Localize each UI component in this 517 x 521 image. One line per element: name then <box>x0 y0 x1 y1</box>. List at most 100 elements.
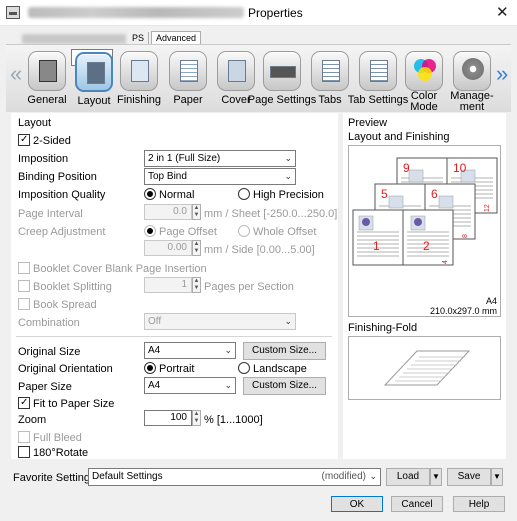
creep-adjustment-label: Creep Adjustment <box>18 226 106 238</box>
radio-button[interactable] <box>238 362 250 374</box>
zoom-label: Zoom <box>18 414 47 426</box>
quality-high-precision-radio[interactable]: High Precision <box>238 188 324 201</box>
close-icon[interactable]: ✕ <box>496 3 509 21</box>
two-sided-checkbox[interactable]: 2-Sided <box>18 134 71 147</box>
finishing-icon <box>120 51 158 91</box>
radio-button[interactable] <box>144 362 156 374</box>
scroll-right-arrow-icon[interactable]: » <box>496 61 508 87</box>
layout-finishing-label: Layout and Finishing <box>348 131 450 143</box>
preview-page-number: 1 <box>373 239 380 253</box>
binding-position-label: Binding Position <box>18 171 97 183</box>
radio-button[interactable] <box>238 188 250 200</box>
creep-value-unit: mm / Side [0.00...5.00] <box>204 244 315 256</box>
landscape-radio[interactable]: Landscape <box>238 362 307 375</box>
preview-group-title: Preview <box>348 117 388 129</box>
title-bar: Properties ✕ <box>0 0 517 26</box>
layout-icon <box>75 52 113 92</box>
load-button[interactable]: Load <box>386 468 430 486</box>
cover-icon <box>217 51 255 91</box>
checkbox-box[interactable] <box>18 431 30 443</box>
chevron-down-icon: ⌄ <box>284 153 292 163</box>
checkbox-box[interactable] <box>18 397 30 409</box>
quality-normal-radio[interactable]: Normal <box>144 188 194 201</box>
radio-button[interactable] <box>144 188 156 200</box>
preview-page-number: 6 <box>431 187 438 201</box>
scroll-left-arrow-icon[interactable]: « <box>10 61 22 87</box>
radio-button[interactable] <box>238 225 250 237</box>
booklet-cover-blank-checkbox[interactable]: Booklet Cover Blank Page Insertion <box>18 262 207 275</box>
booklet-splitting-spinner[interactable]: ▲ ▼ <box>192 277 201 293</box>
favorite-setting-select[interactable]: Default Settings (modified) ⌄ <box>88 468 381 486</box>
imposition-select[interactable]: 2 in 1 (Full Size) ⌄ <box>144 150 296 167</box>
tab-advanced[interactable]: Advanced <box>151 31 202 45</box>
paper-custom-size-button[interactable]: Custom Size... <box>243 377 326 395</box>
save-dropdown-icon[interactable]: ▼ <box>491 468 503 486</box>
preview-page-number: 5 <box>381 187 388 201</box>
ribbon-item-layout[interactable]: Layout <box>71 49 113 107</box>
rotate-180-checkbox[interactable]: 180°Rotate <box>18 446 88 459</box>
ok-button[interactable]: OK <box>331 496 383 512</box>
preview-edge-number: 4 <box>442 260 449 264</box>
chevron-down-icon: ⌄ <box>284 171 292 181</box>
checkbox-box[interactable] <box>18 280 30 292</box>
full-bleed-checkbox[interactable]: Full Bleed <box>18 431 82 444</box>
ribbon-item-tabs[interactable]: Tabs <box>308 49 350 106</box>
window-title: Properties <box>248 6 303 20</box>
divider <box>16 336 332 337</box>
preview-paper-name: A4 <box>485 296 497 306</box>
page-interval-spinner[interactable]: ▲ ▼ <box>192 204 201 220</box>
book-spread-checkbox[interactable]: Book Spread <box>18 298 97 311</box>
paper-size-select[interactable]: A4 ⌄ <box>144 377 236 394</box>
tab-settings-icon <box>359 51 397 91</box>
ribbon-item-finishing[interactable]: Finishing <box>117 49 161 106</box>
checkbox-box[interactable] <box>18 262 30 274</box>
booklet-splitting-unit: Pages per Section <box>204 281 294 293</box>
combination-select[interactable]: Off ⌄ <box>144 313 296 330</box>
booklet-splitting-input[interactable]: 1 <box>144 277 192 293</box>
ribbon-item-cover[interactable]: Cover <box>214 49 256 106</box>
zoom-spinner[interactable]: ▲ ▼ <box>192 410 201 426</box>
ribbon-item-management[interactable]: Manage-ment <box>450 49 494 113</box>
checkbox-box[interactable] <box>18 446 30 458</box>
finishing-fold-preview <box>348 336 501 400</box>
function-ribbon: « » General Layout Finishing Paper Cover… <box>6 44 511 113</box>
ribbon-item-general[interactable]: General <box>25 49 67 106</box>
load-dropdown-icon[interactable]: ▼ <box>430 468 442 486</box>
fit-to-paper-checkbox[interactable]: Fit to Paper Size <box>18 397 114 410</box>
original-custom-size-button[interactable]: Custom Size... <box>243 342 326 360</box>
booklet-splitting-checkbox[interactable]: Booklet Splitting <box>18 280 112 293</box>
ribbon-item-page-settings[interactable]: Page Settings <box>248 49 316 106</box>
printer-icon <box>28 51 66 91</box>
page-interval-unit: mm / Sheet [-250.0...250.0] <box>204 208 338 220</box>
creep-value-input[interactable]: 0.00 <box>144 240 192 256</box>
layout-preview-box: 9 10 12 5 6 8 1 2 4 A4 210.0x297.0 mm <box>348 145 501 317</box>
cancel-button[interactable]: Cancel <box>391 496 443 512</box>
checkbox-box[interactable] <box>18 298 30 310</box>
fold-illustration <box>383 350 471 386</box>
layout-group-title: Layout <box>18 117 52 129</box>
portrait-radio[interactable]: Portrait <box>144 362 194 375</box>
chevron-down-icon: ⌄ <box>224 345 232 355</box>
paper-icon <box>169 51 207 91</box>
save-button[interactable]: Save <box>447 468 491 486</box>
redacted-printer-name <box>28 7 244 18</box>
sheet-front: 1 2 4 <box>352 209 454 266</box>
ribbon-item-paper[interactable]: Paper <box>166 49 208 106</box>
whole-offset-radio[interactable]: Whole Offset <box>238 225 316 238</box>
page-offset-radio[interactable]: Page Offset <box>144 225 217 238</box>
zoom-input[interactable]: 100 <box>144 410 192 426</box>
redacted-driver-tab <box>22 34 126 44</box>
favorite-setting-label: Favorite Setting <box>13 472 91 484</box>
creep-value-spinner[interactable]: ▲ ▼ <box>192 240 201 256</box>
preview-edge-number: 12 <box>484 204 491 212</box>
original-size-select[interactable]: A4 ⌄ <box>144 342 236 359</box>
radio-button[interactable] <box>144 225 156 237</box>
page-settings-icon <box>263 51 301 91</box>
imposition-quality-label: Imposition Quality <box>18 189 106 201</box>
preview-page-number: 10 <box>453 161 467 175</box>
help-button[interactable]: Help <box>453 496 505 512</box>
combination-label: Combination <box>18 317 80 329</box>
page-interval-input[interactable]: 0.0 <box>144 204 192 220</box>
binding-position-select[interactable]: Top Bind ⌄ <box>144 168 296 185</box>
checkbox-box[interactable] <box>18 134 30 146</box>
